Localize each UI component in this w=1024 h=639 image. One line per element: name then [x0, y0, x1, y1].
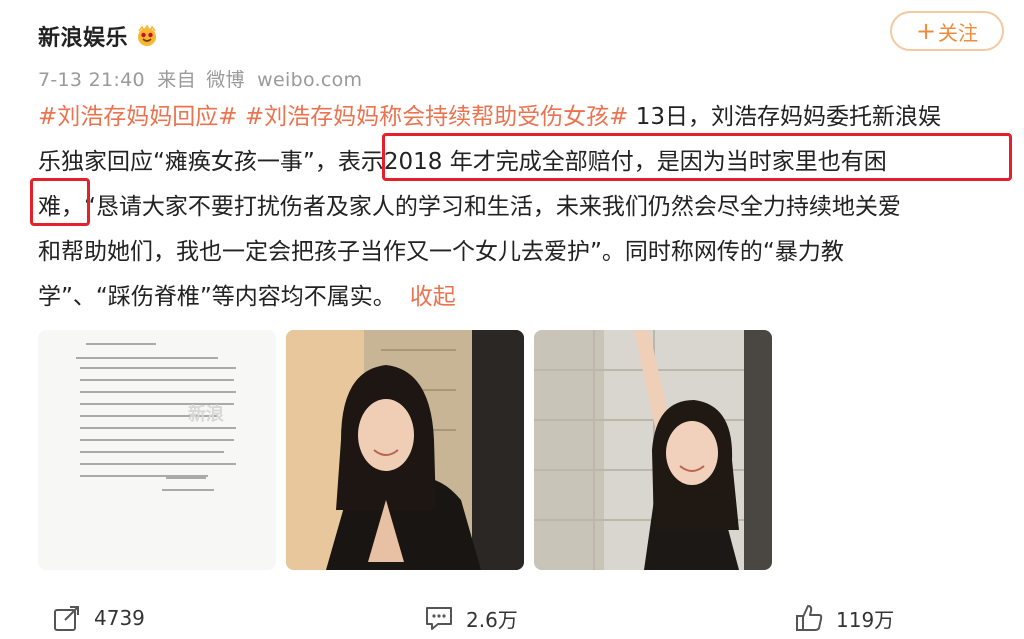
share-icon [54, 606, 79, 631]
portrait-photo-1[interactable] [286, 330, 524, 570]
highlight-box [382, 133, 1012, 181]
post-time[interactable]: 7-13 21:40 [38, 69, 145, 91]
post-text-segment: 学”、“踩伤脊椎”等内容均不属实。 [38, 284, 396, 310]
verified-emoji-badge-icon [136, 25, 158, 47]
post-text-segment: 乐独家回应“瘫痪女孩一事” [38, 149, 315, 175]
source-prefix: 来自 [157, 69, 196, 91]
post-header: 新浪娱乐 [38, 20, 158, 52]
text-line-4: 和帮助她们，我也一定会把孩子当作又一个女儿去爱护”。同时称网传的“暴力教 [38, 230, 1020, 275]
highlight-box [30, 178, 90, 226]
text-line-3: 难，“恳请大家不要打扰伤者及家人的学习和生活，未来我们仍然会尽全力持续地关爱 [38, 185, 1020, 230]
thumbs-up-icon [796, 605, 823, 631]
svg-text:新浪: 新浪 [188, 403, 224, 425]
follow-button[interactable]: + 关注 [890, 11, 1004, 51]
action-bar: 4739 2.6万 119万 [0, 603, 1024, 639]
text-line-5: 学”、“踩伤脊椎”等内容均不属实。 收起 [38, 275, 1020, 320]
hashtag-link[interactable]: #刘浩存妈妈回应# [38, 104, 238, 130]
document-letter-image[interactable]: 新浪 [38, 330, 276, 570]
share-button[interactable]: 4739 [52, 603, 145, 633]
source-app[interactable]: 微博 [206, 69, 245, 91]
comment-count: 2.6万 [466, 607, 518, 632]
share-count: 4739 [94, 606, 145, 630]
plus-icon: + [915, 17, 937, 45]
post-text-segment: “恳请大家不要打扰伤者及家人的学习和生活，未来我们仍然会尽全力持续地关爱 [84, 194, 901, 220]
collapse-link[interactable]: 收起 [410, 284, 456, 310]
post-meta: 7-13 21:40 来自 微博 weibo.com [38, 65, 368, 92]
post-text-segment: ， [314, 149, 338, 175]
post-body: #刘浩存妈妈回应# #刘浩存妈妈称会持续帮助受伤女孩# 13日，刘浩存妈妈委托新… [38, 95, 1020, 320]
comment-button[interactable]: 2.6万 [424, 603, 518, 633]
portrait-photo-2[interactable] [534, 330, 772, 570]
post-text-segment: 13日，刘浩存妈妈委托新浪娱 [628, 104, 941, 130]
like-button[interactable]: 119万 [794, 603, 894, 633]
account-name[interactable]: 新浪娱乐 [38, 20, 128, 52]
post-text-segment: 和帮助她们，我也一定会把孩子当作又一个女儿去爱护”。同时称网传的“暴力教 [38, 239, 844, 265]
source-domain: weibo.com [257, 69, 363, 91]
comment-icon [426, 607, 452, 630]
follow-label: 关注 [938, 20, 979, 45]
like-count: 119万 [836, 607, 895, 632]
hashtag-link[interactable]: #刘浩存妈妈称会持续帮助受伤女孩# [245, 104, 629, 130]
